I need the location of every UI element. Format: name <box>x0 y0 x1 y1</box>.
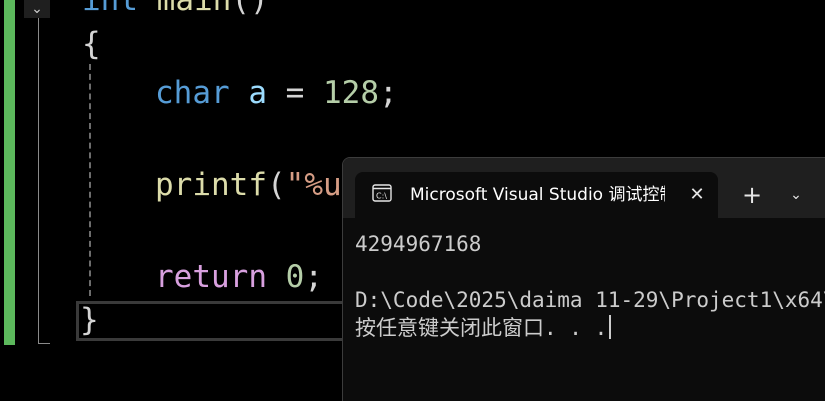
code-line-return[interactable]: return 0; <box>155 255 323 299</box>
semicolon: ; <box>304 259 323 295</box>
fold-line-end <box>38 343 50 344</box>
number-literal: 128 <box>323 75 380 111</box>
return-value: 0 <box>285 259 305 295</box>
terminal-tab[interactable]: C:\ Microsoft Visual Studio 调试控制台 ✕ <box>355 172 718 218</box>
code-line-close-brace[interactable]: } <box>80 298 99 342</box>
close-tab-icon[interactable]: ✕ <box>685 183 709 207</box>
code-line-declaration[interactable]: char a = 128; <box>155 71 398 115</box>
keyword-char: char <box>155 75 230 111</box>
code-line-open-brace[interactable]: { <box>82 22 101 66</box>
terminal-output-line: D:\Code\2025\daima 11-29\Project1\x64\De… <box>355 288 825 312</box>
assign-operator: = <box>285 75 305 111</box>
function-printf: printf <box>155 167 267 203</box>
console-app-icon: C:\ <box>372 184 392 202</box>
chevron-down-icon[interactable]: ⌄ <box>779 178 813 212</box>
close-brace: } <box>80 302 99 338</box>
parentheses: () <box>231 0 269 18</box>
current-line-highlight <box>76 301 356 341</box>
semicolon: ; <box>379 75 398 111</box>
indent-guide <box>89 64 91 296</box>
format-string: "%u <box>285 167 342 203</box>
fold-region <box>36 18 50 346</box>
open-paren: ( <box>266 167 286 203</box>
terminal-output-line: 4294967168 <box>355 232 482 256</box>
function-name-main: main <box>156 0 232 18</box>
debug-console-window[interactable]: C:\ Microsoft Visual Studio 调试控制台 ✕ + ⌄ … <box>342 157 825 401</box>
text-cursor <box>609 315 612 339</box>
svg-text:C:\: C:\ <box>376 192 387 201</box>
prompt-text: 按任意键关闭此窗口. . . <box>355 316 608 340</box>
new-tab-button[interactable]: + <box>735 178 769 212</box>
variable-a: a <box>248 75 267 111</box>
code-line-printf[interactable]: printf("%u <box>155 163 342 207</box>
terminal-tab-strip: C:\ Microsoft Visual Studio 调试控制台 ✕ + ⌄ <box>343 158 825 218</box>
terminal-output-prompt: 按任意键关闭此窗口. . . <box>355 314 612 342</box>
keyword-return: return <box>155 259 267 295</box>
keyword-int: int <box>82 0 138 18</box>
fold-line <box>38 18 39 344</box>
change-indicator-bar <box>4 0 15 345</box>
code-line-main-signature[interactable]: int main() <box>82 0 269 22</box>
tab-title: Microsoft Visual Studio 调试控制台 <box>410 185 665 205</box>
open-brace: { <box>82 26 101 62</box>
fold-toggle-icon[interactable]: ⌄ <box>24 0 50 18</box>
